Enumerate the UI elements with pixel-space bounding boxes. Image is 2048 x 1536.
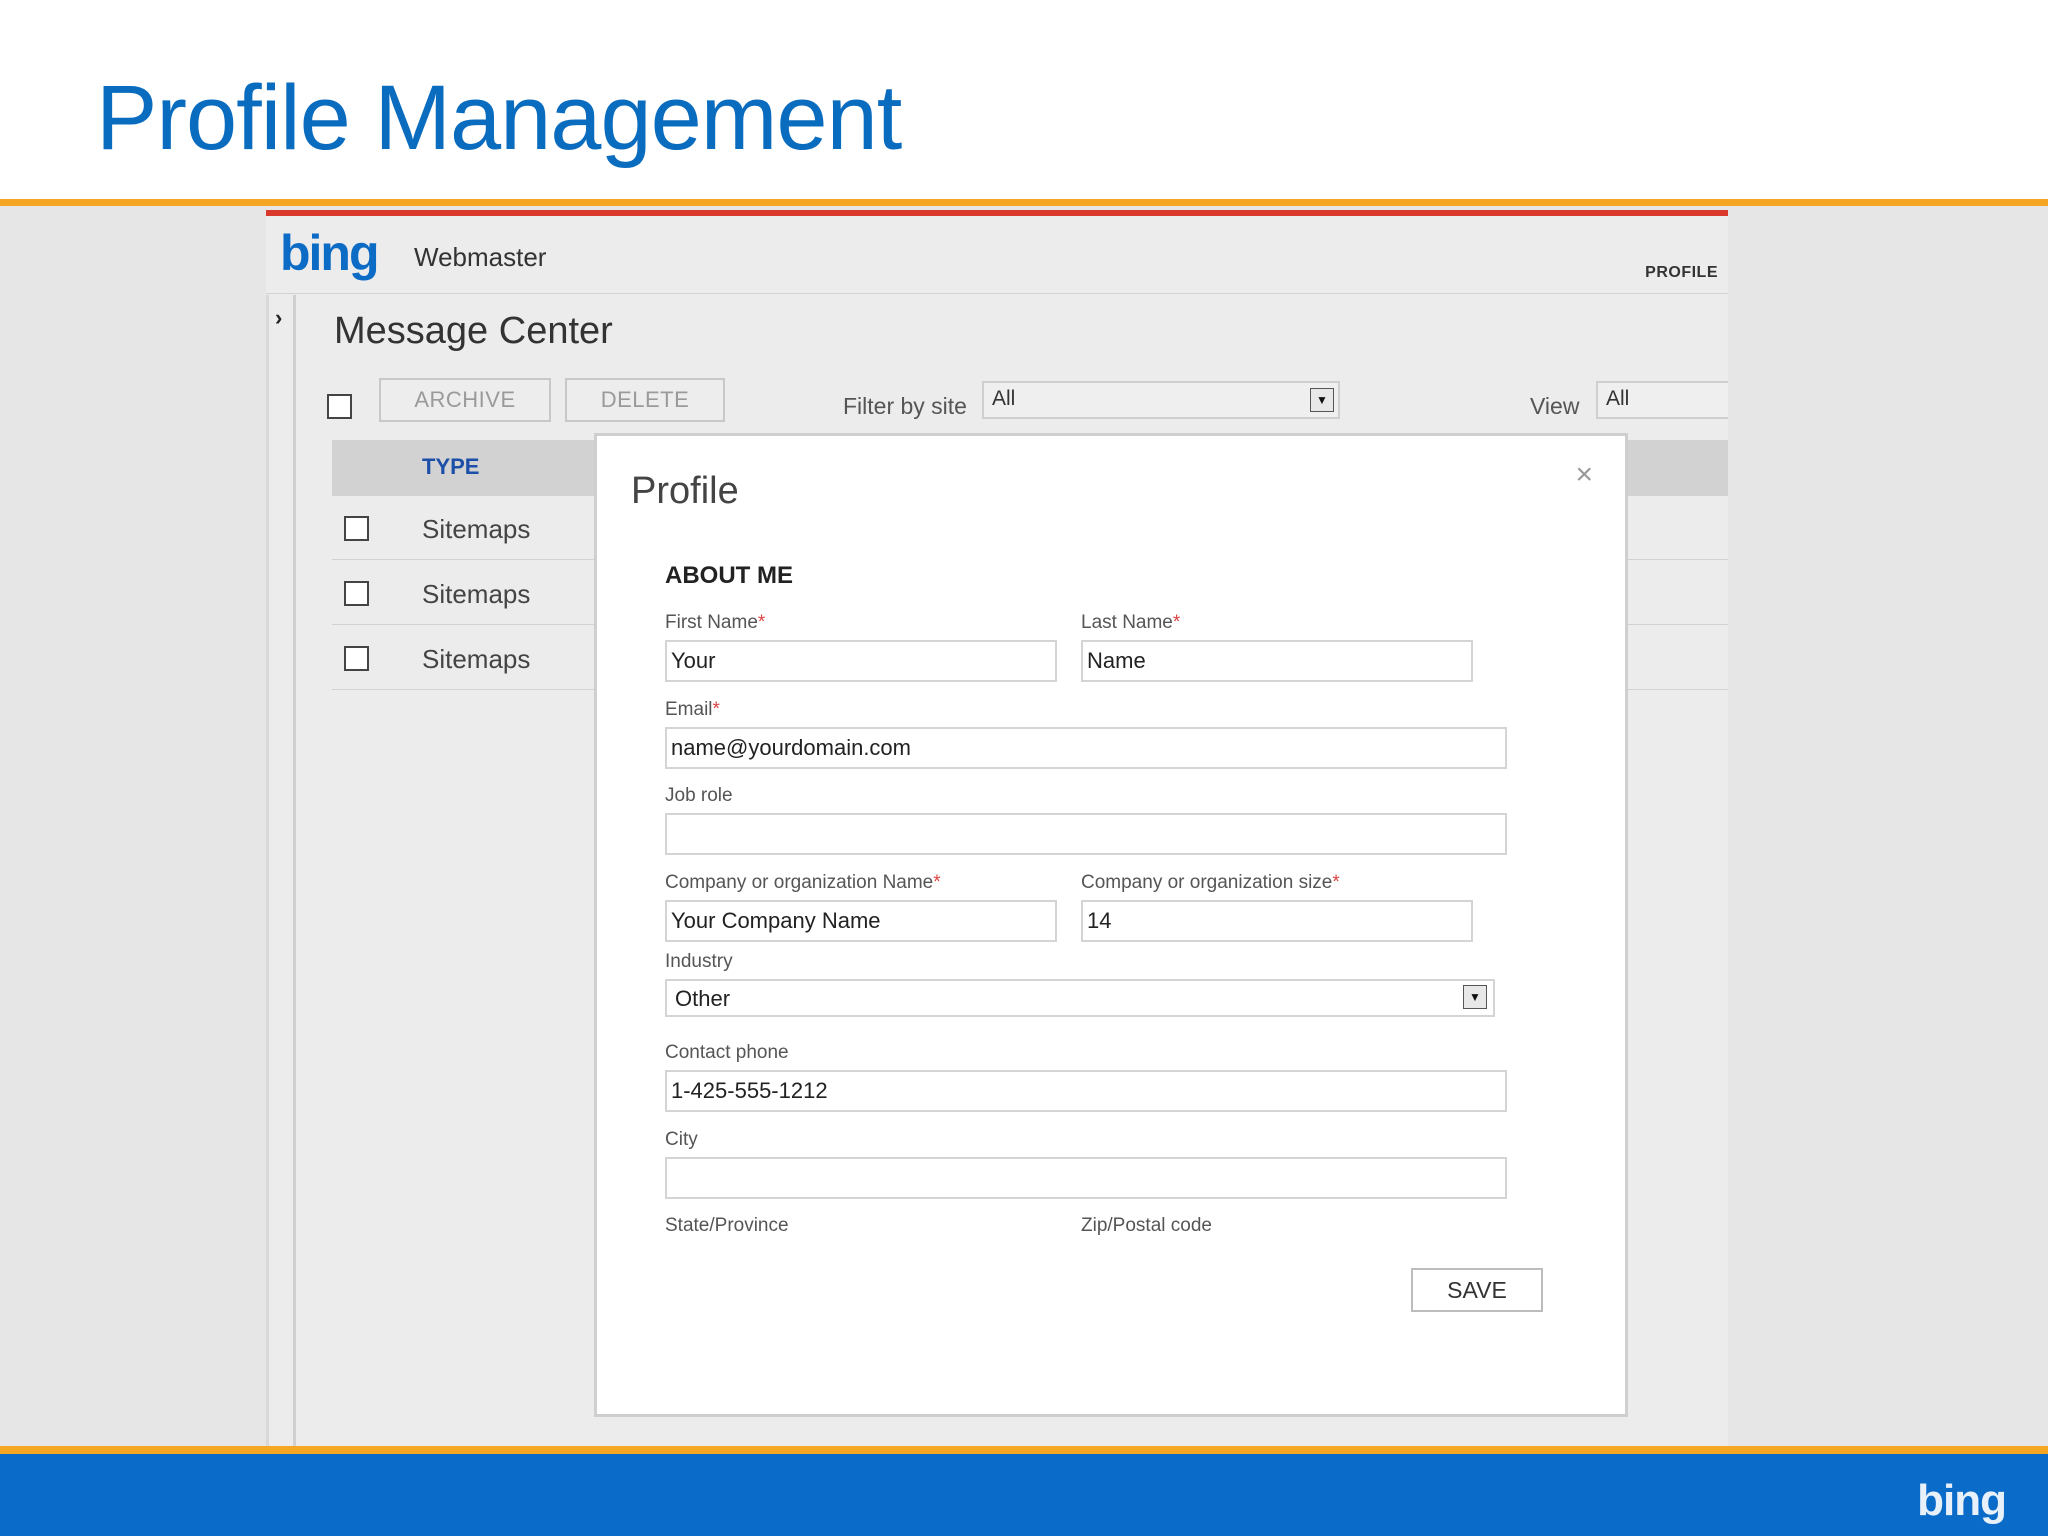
first-name-label: First Name* — [665, 612, 766, 633]
last-name-label: Last Name* — [1081, 612, 1181, 633]
first-name-input[interactable]: Your — [665, 640, 1057, 682]
industry-label: Industry — [665, 951, 733, 972]
job-role-label: Job role — [665, 785, 733, 806]
slide-title: Profile Management — [96, 67, 902, 169]
bing-logo[interactable]: bing — [280, 224, 380, 282]
filter-by-site-value: All — [992, 387, 1016, 410]
profile-form-scroll-area[interactable]: ABOUT ME First Name* Your Last Name* Nam… — [631, 524, 1601, 1242]
page-title: Message Center — [334, 310, 613, 352]
delete-button[interactable]: DELETE — [565, 378, 725, 422]
row-type: Sitemaps — [422, 514, 531, 544]
sidebar-toggle[interactable]: › — [266, 295, 296, 1446]
company-name-label: Company or organization Name* — [665, 872, 941, 893]
save-button[interactable]: SAVE — [1411, 1268, 1543, 1312]
row-checkbox[interactable] — [344, 581, 369, 606]
section-heading: ABOUT ME — [665, 562, 793, 589]
dropdown-arrow-icon[interactable]: ▼ — [1310, 388, 1334, 412]
email-input[interactable]: name@yourdomain.com — [665, 727, 1507, 769]
company-name-input[interactable]: Your Company Name — [665, 900, 1057, 942]
slide-footer: bing — [0, 1454, 2048, 1536]
view-label: View — [1530, 393, 1580, 419]
app-name: Webmaster — [414, 242, 547, 272]
archive-button[interactable]: ARCHIVE — [379, 378, 551, 422]
footer-bing-logo: bing — [1917, 1476, 2007, 1525]
contact-phone-input[interactable]: 1-425-555-1212 — [665, 1070, 1507, 1112]
industry-select[interactable]: Other ▼ — [665, 979, 1495, 1017]
city-label: City — [665, 1129, 698, 1150]
bottom-rule — [0, 1446, 2048, 1454]
view-value: All — [1606, 387, 1630, 410]
filter-by-site-select[interactable]: All ▼ — [982, 381, 1340, 419]
last-name-input[interactable]: Name — [1081, 640, 1473, 682]
city-input[interactable] — [665, 1157, 1507, 1199]
select-all-checkbox[interactable] — [327, 394, 352, 419]
industry-value: Other — [675, 986, 731, 1011]
company-size-input[interactable]: 14 — [1081, 900, 1473, 942]
app-header: bing Webmaster PROFILE — [266, 216, 1728, 294]
row-checkbox[interactable] — [344, 646, 369, 671]
close-icon[interactable]: × — [1575, 458, 1593, 492]
chevron-right-icon[interactable]: › — [275, 305, 282, 331]
top-rule — [0, 199, 2048, 206]
filter-by-site-label: Filter by site — [843, 393, 967, 419]
view-select[interactable]: All — [1596, 381, 1728, 419]
zip-postal-label: Zip/Postal code — [1081, 1215, 1212, 1236]
dropdown-arrow-icon[interactable]: ▼ — [1463, 985, 1487, 1009]
company-size-label: Company or organization size* — [1081, 872, 1340, 893]
modal-title: Profile — [631, 470, 739, 512]
state-province-label: State/Province — [665, 1215, 789, 1236]
row-type: Sitemaps — [422, 644, 531, 674]
slide: Profile Management bing Webmaster PROFIL… — [0, 0, 2048, 1536]
email-label: Email* — [665, 699, 720, 720]
profile-modal: Profile × ABOUT ME First Name* Your Last… — [594, 433, 1628, 1417]
profile-link[interactable]: PROFILE — [1645, 264, 1718, 282]
job-role-input[interactable] — [665, 813, 1507, 855]
column-header-type[interactable]: TYPE — [422, 454, 479, 480]
contact-phone-label: Contact phone — [665, 1042, 789, 1063]
row-checkbox[interactable] — [344, 516, 369, 541]
row-type: Sitemaps — [422, 579, 531, 609]
